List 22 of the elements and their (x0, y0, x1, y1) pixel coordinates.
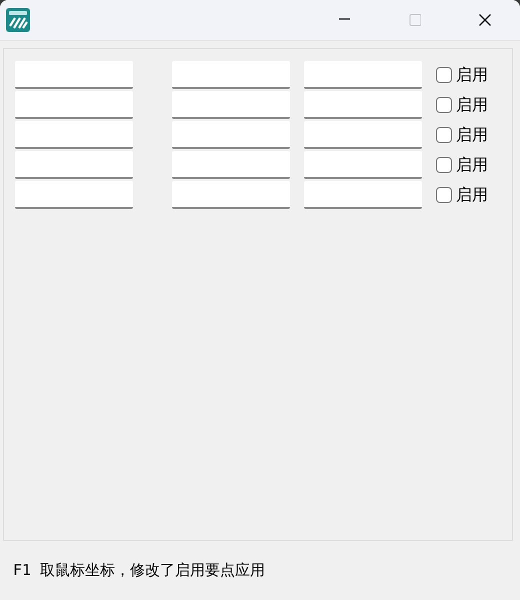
input-field[interactable] (15, 61, 133, 89)
input-field[interactable] (15, 91, 133, 119)
input-field[interactable] (172, 181, 290, 209)
enable-checkbox[interactable]: 启用 (436, 124, 488, 146)
input-field[interactable] (304, 181, 422, 209)
input-field[interactable] (15, 121, 133, 149)
enable-checkbox[interactable]: 启用 (436, 64, 488, 86)
status-text: F1 取鼠标坐标，修改了启用要点应用 (13, 561, 266, 580)
app-icon (6, 8, 30, 32)
input-field[interactable] (15, 181, 133, 209)
input-field[interactable] (172, 91, 290, 119)
input-field[interactable] (172, 151, 290, 179)
input-field[interactable] (172, 61, 290, 89)
enable-checkbox[interactable]: 启用 (436, 184, 488, 206)
input-field[interactable] (304, 91, 422, 119)
enable-checkbox[interactable]: 启用 (436, 94, 488, 116)
input-field[interactable] (15, 151, 133, 179)
input-field[interactable] (172, 121, 290, 149)
input-field[interactable] (304, 121, 422, 149)
enable-checkbox[interactable]: 启用 (436, 154, 488, 176)
input-field[interactable] (304, 61, 422, 89)
input-field[interactable] (304, 151, 422, 179)
